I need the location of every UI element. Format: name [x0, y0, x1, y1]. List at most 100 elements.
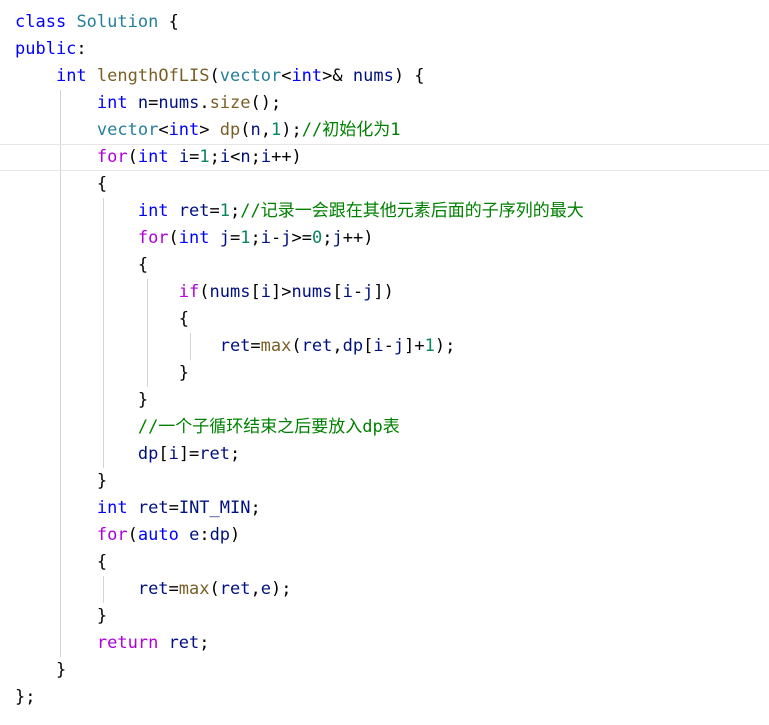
- code-token: nums: [352, 66, 394, 86]
- code-line[interactable]: ret=max(ret,dp[i-j]+1);: [0, 333, 769, 360]
- code-token: 1: [271, 120, 282, 140]
- code-token: {: [158, 12, 179, 32]
- code-token: (: [291, 336, 302, 356]
- code-token: );: [281, 120, 302, 140]
- code-token: ;: [230, 201, 241, 221]
- code-token: {: [15, 552, 108, 572]
- code-token: );: [434, 336, 456, 356]
- code-token: ;: [199, 633, 210, 653]
- code-token: ret: [219, 336, 251, 356]
- code-line[interactable]: };: [0, 684, 769, 711]
- code-token: max: [178, 579, 210, 599]
- code-token: <: [158, 120, 169, 140]
- code-token: -: [383, 336, 394, 356]
- code-token: ]+: [404, 336, 425, 356]
- code-line[interactable]: dp[i]=ret;: [0, 441, 769, 468]
- code-token: }: [15, 471, 108, 491]
- code-token: ,: [250, 579, 261, 599]
- code-token: j: [393, 336, 405, 356]
- code-token: ) {: [393, 66, 425, 86]
- code-token: -: [352, 282, 364, 302]
- code-token: j: [219, 228, 231, 248]
- code-token: i: [168, 444, 179, 464]
- code-token: -: [271, 228, 282, 248]
- code-token: <: [281, 66, 292, 86]
- code-line[interactable]: return ret;: [0, 630, 769, 657]
- code-token: ;: [250, 498, 261, 518]
- code-token: ;: [230, 444, 241, 464]
- code-token: n: [137, 93, 149, 113]
- code-token: ,: [332, 336, 343, 356]
- code-token: e: [260, 579, 271, 599]
- code-token: int: [137, 201, 169, 221]
- code-token: nums: [291, 282, 333, 302]
- code-token: j: [281, 228, 292, 248]
- code-line[interactable]: }: [0, 657, 769, 684]
- code-editor[interactable]: class Solution {public: int lengthOfLIS(…: [0, 0, 769, 725]
- code-token: auto: [137, 525, 179, 545]
- code-token: i: [178, 147, 190, 167]
- code-line[interactable]: int n=nums.size();: [0, 90, 769, 117]
- code-line[interactable]: }: [0, 468, 769, 495]
- code-token: );: [270, 579, 292, 599]
- code-token: //初始化为1: [301, 120, 401, 140]
- code-token: {: [15, 255, 149, 275]
- code-token: e: [189, 525, 200, 545]
- code-line[interactable]: int ret=INT_MIN;: [0, 495, 769, 522]
- code-token: ret: [137, 579, 169, 599]
- code-token: ,: [260, 120, 271, 140]
- code-line[interactable]: public:: [0, 36, 769, 63]
- code-line[interactable]: //一个子循环结束之后要放入dp表: [0, 414, 769, 441]
- code-line[interactable]: class Solution {: [0, 9, 769, 36]
- code-token: =: [230, 228, 241, 248]
- code-line[interactable]: for(auto e:dp): [0, 522, 769, 549]
- code-line[interactable]: }: [0, 603, 769, 630]
- code-token: i: [373, 336, 384, 356]
- code-line[interactable]: for(int j=1;i-j>=0;j++): [0, 225, 769, 252]
- code-line[interactable]: for(int i=1;i<n;i++): [0, 144, 769, 171]
- code-line[interactable]: {: [0, 549, 769, 576]
- code-token: ;: [250, 147, 261, 167]
- code-line[interactable]: vector<int> dp(n,1);//初始化为1: [0, 117, 769, 144]
- code-token: n: [240, 147, 251, 167]
- code-token: >&: [322, 66, 353, 86]
- code-token: nums: [158, 93, 200, 113]
- code-token: (: [168, 228, 179, 248]
- code-token: [: [363, 336, 374, 356]
- code-token: INT_MIN: [178, 498, 251, 518]
- code-token: ret: [219, 579, 251, 599]
- code-token: }: [15, 390, 149, 410]
- code-token: n: [250, 120, 261, 140]
- code-token: int: [55, 66, 87, 86]
- code-line[interactable]: ret=max(ret,e);: [0, 576, 769, 603]
- code-token: 1: [199, 147, 210, 167]
- code-token: ret: [137, 498, 169, 518]
- code-line[interactable]: {: [0, 171, 769, 198]
- code-token: lengthOfLIS: [96, 66, 210, 86]
- code-token: <: [230, 147, 241, 167]
- code-line[interactable]: }: [0, 387, 769, 414]
- code-line[interactable]: if(nums[i]>nums[i-j]): [0, 279, 769, 306]
- code-token: int: [291, 66, 323, 86]
- code-token: vector: [96, 120, 159, 140]
- code-token: (: [209, 66, 220, 86]
- code-line[interactable]: int lengthOfLIS(vector<int>& nums) {: [0, 63, 769, 90]
- code-line[interactable]: {: [0, 306, 769, 333]
- code-token: ]): [373, 282, 394, 302]
- code-token: size: [209, 93, 251, 113]
- code-line[interactable]: }: [0, 360, 769, 387]
- code-token: ret: [178, 201, 210, 221]
- code-token: for: [137, 228, 169, 248]
- code-line[interactable]: {: [0, 252, 769, 279]
- code-line[interactable]: int ret=1;//记录一会跟在其他元素后面的子序列的最大: [0, 198, 769, 225]
- code-token: :: [199, 525, 210, 545]
- code-token: i: [260, 282, 271, 302]
- code-token: int: [137, 147, 169, 167]
- code-token: }: [15, 606, 108, 626]
